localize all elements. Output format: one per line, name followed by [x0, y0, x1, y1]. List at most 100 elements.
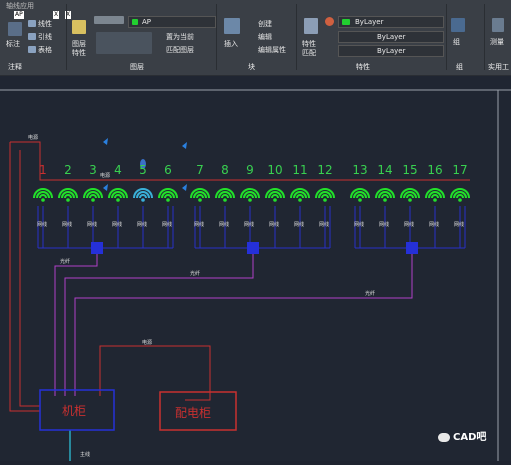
layer-current-value: AP — [142, 18, 152, 26]
wifi-dot — [166, 198, 170, 202]
power-line — [19, 150, 40, 407]
edit-label[interactable]: 编辑 — [258, 33, 272, 41]
watermark-icon — [438, 432, 450, 442]
wifi-arc — [381, 194, 389, 199]
leader-label[interactable]: 引线 — [38, 33, 52, 41]
lineweight-dropdown[interactable]: ByLayer — [338, 45, 444, 57]
layer-state-icons[interactable] — [94, 16, 124, 24]
wifi-dot — [41, 198, 45, 202]
wifi-arc — [164, 194, 172, 199]
power-line — [9, 142, 40, 412]
top-tab[interactable]: 轴线应用 — [6, 2, 34, 10]
wifi-arc — [296, 194, 304, 199]
wifi-icon — [108, 188, 128, 202]
create-label[interactable]: 创建 — [258, 20, 272, 28]
wifi-arc — [221, 194, 229, 199]
leaf-label: 网线 — [379, 221, 389, 228]
table-icon[interactable] — [28, 46, 36, 53]
wifi-dot — [323, 198, 327, 202]
properties-section[interactable]: 特性 — [356, 62, 370, 72]
linear-label[interactable]: 线性 — [38, 20, 52, 28]
fiber-label: 光纤 — [60, 258, 70, 265]
leaf-label: 网线 — [137, 221, 147, 228]
lineweight-value: ByLayer — [377, 47, 406, 55]
leader-icon[interactable] — [28, 33, 36, 40]
match-properties-icon[interactable] — [304, 18, 318, 34]
match-properties-label[interactable]: 特性 — [302, 40, 316, 48]
table-label[interactable]: 表格 — [38, 46, 52, 54]
wifi-dot — [458, 198, 462, 202]
badge-ap[interactable]: AP — [14, 11, 24, 19]
match-properties-label-2[interactable]: 匹配 — [302, 49, 316, 57]
color-wheel-icon[interactable] — [325, 17, 334, 26]
group-label[interactable]: 组 — [453, 38, 460, 46]
match-layer-label[interactable]: 匹配图层 — [166, 46, 194, 54]
switch-hub — [406, 242, 418, 254]
layer-properties-label-2[interactable]: 特性 — [72, 49, 86, 57]
wifi-dot — [91, 198, 95, 202]
group-icon[interactable] — [451, 18, 465, 32]
ap-number: 4 — [114, 163, 122, 177]
server-cabinet-label: 机柜 — [62, 404, 86, 418]
insert-icon[interactable] — [224, 18, 240, 34]
wifi-dot — [66, 198, 70, 202]
dimension-icon[interactable] — [8, 22, 22, 36]
set-current-label[interactable]: 置为当前 — [166, 33, 194, 41]
wifi-icon — [33, 188, 53, 202]
layer-properties-icon[interactable] — [72, 20, 86, 34]
wifi-icon — [265, 188, 285, 202]
wifi-icon — [133, 188, 153, 202]
linear-icon[interactable] — [28, 20, 36, 27]
wifi-dot — [408, 198, 412, 202]
linetype-dropdown[interactable]: ByLayer — [338, 31, 444, 43]
distribution-cabinet-label: 配电柜 — [175, 406, 211, 420]
wifi-arc — [39, 194, 47, 199]
wifi-arc — [356, 194, 364, 199]
measure-label[interactable]: 测量 — [490, 38, 504, 46]
marker-glyph — [182, 142, 187, 149]
block-section[interactable]: 块 — [248, 62, 255, 72]
leaf-label: 网线 — [244, 221, 254, 228]
annotate-section[interactable]: 注释 — [8, 62, 22, 72]
wifi-dot — [383, 198, 387, 202]
layer-dropdown[interactable]: AP — [128, 16, 216, 28]
layer-tools-icons[interactable] — [96, 32, 152, 54]
groups-section[interactable]: 组 — [456, 62, 463, 72]
layer-color-swatch — [132, 19, 138, 25]
power-label: 电源 — [28, 134, 38, 141]
measure-icon[interactable] — [492, 18, 504, 32]
drawing-canvas[interactable]: 网线 网线 网线 网线 网线 网线 网线 网线 网线 网线 网线 网线 网线 网线 网线 网线 网线 光纤 光纤 光纤… — [0, 76, 511, 461]
wifi-arc — [196, 194, 204, 199]
dimension-label[interactable]: 标注 — [6, 40, 20, 48]
watermark-text: CAD吧 — [453, 432, 487, 443]
leaf-label: 网线 — [319, 221, 329, 228]
leaf-label: 网线 — [404, 221, 414, 228]
wifi-dot — [141, 198, 145, 202]
ap-number: 7 — [196, 163, 204, 177]
layers-section[interactable]: 图层 — [130, 62, 144, 72]
color-value: ByLayer — [355, 18, 384, 26]
marker-glyph — [103, 184, 108, 191]
drawing-svg[interactable]: 网线 网线 网线 网线 网线 网线 网线 网线 网线 网线 网线 网线 网线 网线 网线 网线 网线光纤光纤光纤… — [0, 76, 511, 461]
cabinets-layer — [39, 242, 418, 431]
leaf-label: 网线 — [37, 221, 47, 228]
badge-x1[interactable]: X — [53, 11, 60, 19]
fiber-line — [74, 254, 413, 396]
wifi-icon — [350, 188, 370, 202]
insert-label[interactable]: 插入 — [224, 40, 238, 48]
ap-number: 11 — [292, 163, 307, 177]
leaf-label: 网线 — [354, 221, 364, 228]
leaf-label: 网线 — [219, 221, 229, 228]
color-dropdown[interactable]: ByLayer — [338, 16, 444, 28]
edit-attr-label[interactable]: 编辑属性 — [258, 46, 286, 54]
wifi-icon — [375, 188, 395, 202]
leaf-label: 网线 — [269, 221, 279, 228]
utilities-section[interactable]: 实用工 — [488, 62, 509, 72]
separator — [216, 4, 217, 70]
layer-properties-label[interactable]: 图层 — [72, 40, 86, 48]
power-label: 电源 — [142, 339, 152, 346]
wifi-icon — [315, 188, 335, 202]
fiber-label: 光纤 — [190, 270, 200, 277]
wifi-dot — [358, 198, 362, 202]
leaf-label: 网线 — [62, 221, 72, 228]
